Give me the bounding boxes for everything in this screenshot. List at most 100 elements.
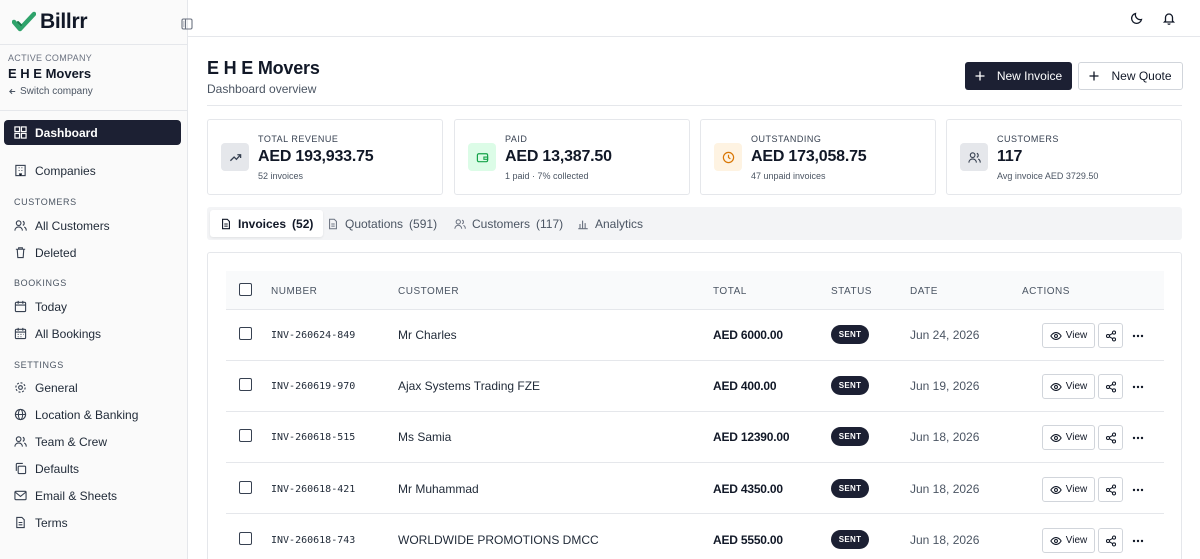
column-header-date[interactable]: DATE [910, 286, 938, 297]
sidebar-item-label: Today [35, 299, 68, 314]
column-header-total[interactable]: TOTAL [713, 286, 747, 297]
sidebar-item-defaults[interactable]: Defaults [4, 456, 181, 481]
table-row[interactable] [226, 514, 1164, 559]
new-invoice-label: New Invoice [996, 69, 1063, 83]
eye-icon [1050, 536, 1062, 545]
eye-icon [1050, 485, 1062, 494]
sidebar-item-team-crew[interactable]: Team & Crew [4, 429, 181, 454]
brand-name: Billrr [40, 10, 88, 33]
section-label-bookings: BOOKINGS [14, 278, 67, 288]
theme-toggle-button[interactable] [1129, 10, 1145, 26]
sidebar-item-today[interactable]: Today [4, 294, 181, 319]
share-button[interactable] [1098, 528, 1123, 553]
eye-icon [1050, 382, 1062, 391]
new-quote-label: New Quote [1111, 69, 1172, 83]
file-text-icon [329, 218, 337, 229]
tab-invoices[interactable]: Invoices (52) [210, 210, 324, 237]
invoice-number[interactable]: INV-260624-849 [271, 330, 355, 341]
share-button[interactable] [1098, 374, 1123, 399]
select-all-checkbox[interactable] [239, 283, 252, 296]
table-row[interactable] [226, 463, 1164, 514]
tab-count: (591) [409, 216, 438, 231]
stat-card-total-revenue: TOTAL REVENUE AED 193,933.75 52 invoices [207, 119, 443, 195]
stat-value: AED 193,933.75 [258, 148, 374, 165]
more-horizontal-icon [1132, 488, 1144, 491]
sidebar-item-email-sheets[interactable]: Email & Sheets [4, 483, 181, 508]
sidebar-item-all-customers[interactable]: All Customers [4, 213, 181, 238]
view-button[interactable]: View [1042, 374, 1095, 399]
sidebar-item-companies[interactable]: Companies [4, 158, 181, 183]
sidebar: Billrr ACTIVE COMPANY E H E Movers Switc… [0, 0, 188, 559]
share-button[interactable] [1098, 323, 1123, 348]
sidebar-item-all-bookings[interactable]: All Bookings [4, 321, 181, 346]
sidebar-item-label: Team & Crew [35, 434, 108, 449]
more-actions-button[interactable] [1130, 425, 1146, 450]
view-button[interactable]: View [1042, 323, 1095, 348]
stat-value: 117 [997, 148, 1023, 165]
switch-company-link[interactable]: Switch company [8, 86, 188, 97]
section-label-settings: SETTINGS [14, 360, 64, 370]
table-row[interactable] [226, 361, 1164, 412]
row-checkbox[interactable] [239, 378, 252, 391]
customer-name: WORLDWIDE PROMOTIONS DMCC [398, 533, 599, 547]
view-button[interactable]: View [1042, 425, 1095, 450]
tab-analytics[interactable]: Analytics [567, 210, 653, 237]
more-actions-button[interactable] [1130, 374, 1146, 399]
more-actions-button[interactable] [1130, 477, 1146, 502]
more-actions-button[interactable] [1130, 323, 1146, 348]
sidebar-item-terms[interactable]: Terms [4, 510, 181, 535]
share-icon [1105, 432, 1116, 443]
sidebar-item-label: Location & Banking [35, 407, 139, 422]
clock-icon [714, 143, 742, 171]
column-header-customer[interactable]: CUSTOMER [398, 286, 459, 297]
brand-logo[interactable]: Billrr [12, 10, 88, 34]
more-horizontal-icon [1132, 385, 1144, 388]
tab-customers[interactable]: Customers (117) [444, 210, 573, 237]
more-actions-button[interactable] [1130, 528, 1146, 553]
more-horizontal-icon [1132, 334, 1144, 337]
building-icon [15, 164, 26, 177]
view-label: View [1065, 535, 1088, 546]
sidebar-item-label: Terms [35, 515, 68, 530]
row-checkbox[interactable] [239, 327, 252, 340]
globe-icon [14, 408, 27, 421]
invoice-date: Jun 24, 2026 [910, 328, 980, 342]
arrow-left-icon [9, 88, 16, 95]
share-button[interactable] [1098, 477, 1123, 502]
row-checkbox[interactable] [239, 429, 252, 442]
stat-label: CUSTOMERS [997, 134, 1059, 144]
invoice-number[interactable]: INV-260618-515 [271, 432, 355, 443]
check-logo-icon [12, 11, 36, 32]
sidebar-item-label: General [35, 380, 78, 395]
new-invoice-button[interactable]: New Invoice [965, 62, 1072, 90]
table-row[interactable] [226, 412, 1164, 463]
stat-value: AED 13,387.50 [505, 148, 612, 165]
stat-sub: 47 unpaid invoices [751, 171, 826, 181]
sidebar-item-location-banking[interactable]: Location & Banking [4, 402, 181, 427]
stat-value: AED 173,058.75 [751, 148, 867, 165]
stat-sub: 52 invoices [258, 171, 304, 181]
notifications-button[interactable] [1161, 10, 1177, 26]
table-row[interactable] [226, 310, 1164, 361]
new-quote-button[interactable]: New Quote [1078, 62, 1183, 90]
sidebar-item-general[interactable]: General [4, 375, 181, 400]
sidebar-item-deleted[interactable]: Deleted [4, 240, 181, 265]
invoice-total: AED 4350.00 [713, 482, 783, 496]
column-header-status[interactable]: STATUS [831, 286, 872, 297]
invoice-number[interactable]: INV-260618-743 [271, 535, 355, 546]
view-button[interactable]: View [1042, 477, 1095, 502]
sidebar-item-dashboard[interactable]: Dashboard [4, 120, 181, 145]
share-button[interactable] [1098, 425, 1123, 450]
customer-name: Ajax Systems Trading FZE [398, 379, 541, 393]
grid-icon [14, 126, 27, 139]
view-button[interactable]: View [1042, 528, 1095, 553]
stat-card-customers: CUSTOMERS 117 Avg invoice AED 3729.50 [946, 119, 1182, 195]
customer-name: Mr Muhammad [398, 482, 479, 496]
invoice-number[interactable]: INV-260619-970 [271, 381, 355, 392]
plus-icon [1089, 71, 1099, 81]
row-checkbox[interactable] [239, 532, 252, 545]
tab-quotations[interactable]: Quotations (591) [317, 210, 447, 237]
row-checkbox[interactable] [239, 481, 252, 494]
invoice-number[interactable]: INV-260618-421 [271, 484, 355, 495]
column-header-number[interactable]: NUMBER [271, 286, 317, 297]
